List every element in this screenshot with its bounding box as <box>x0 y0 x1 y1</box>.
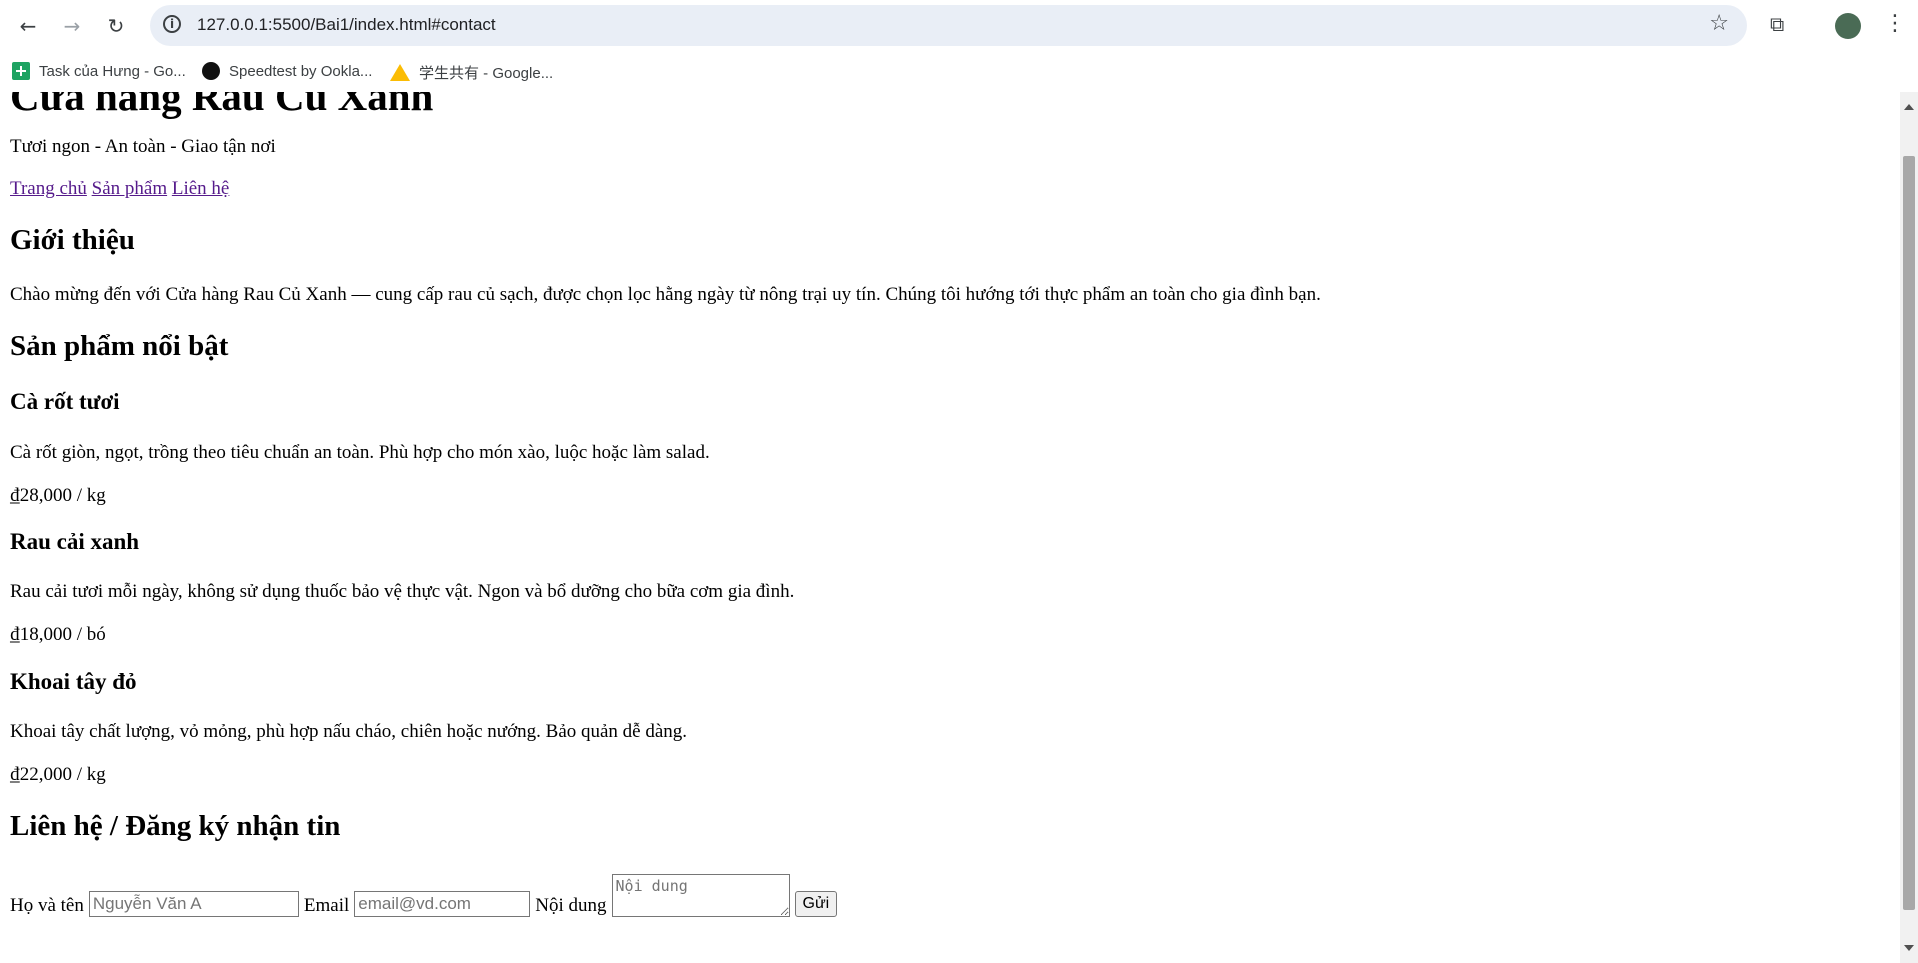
nav-link-products[interactable]: Sản phẩm <box>92 178 167 199</box>
main-nav: Trang chủ Sản phẩm Liên hệ <box>10 178 229 200</box>
bookmark-item[interactable]: 学生共有 - Google... <box>390 62 553 83</box>
product-price: ₫22,000 / kg <box>10 764 106 785</box>
google-drive-icon <box>390 64 410 81</box>
speedtest-icon <box>202 62 220 80</box>
forward-icon[interactable]: → <box>56 10 88 42</box>
product-desc: Khoai tây chất lượng, vỏ mỏng, phù hợp n… <box>10 721 688 742</box>
scroll-down-arrow-icon[interactable] <box>1904 945 1914 951</box>
nav-link-home[interactable]: Trang chủ <box>10 178 87 199</box>
email-label: Email <box>303 895 350 916</box>
reload-icon[interactable]: ↻ <box>100 10 132 42</box>
bookmark-label: Speedtest by Ookla... <box>229 62 373 80</box>
page-title: Cửa hàng Rau Củ Xanh <box>10 92 434 119</box>
scroll-up-arrow-icon[interactable] <box>1904 104 1914 110</box>
content-textarea[interactable] <box>611 874 790 917</box>
page-scrollbar[interactable] <box>1900 92 1918 963</box>
back-icon[interactable]: ← <box>12 10 44 42</box>
name-input[interactable] <box>88 891 299 917</box>
product-desc: Rau cải tươi mỗi ngày, không sử dụng thu… <box>10 581 795 602</box>
tagline: Tươi ngon - An toàn - Giao tận nơi <box>10 136 276 157</box>
intro-text: Chào mừng đến với Cửa hàng Rau Củ Xanh —… <box>10 284 1321 305</box>
extensions-icon[interactable]: ⧉ <box>1770 12 1792 36</box>
name-label: Họ và tên <box>10 895 84 916</box>
product-name: Rau cải xanh <box>10 529 140 554</box>
site-info-icon[interactable]: i <box>163 15 181 33</box>
product-name: Khoai tây đỏ <box>10 669 137 694</box>
product-desc: Cà rốt giòn, ngọt, trồng theo tiêu chuẩn… <box>10 442 710 463</box>
intro-heading: Giới thiệu <box>10 224 135 256</box>
google-sheets-icon <box>12 62 30 80</box>
bookmark-label: Task của Hưng - Go... <box>39 62 186 80</box>
bookmark-item[interactable]: Task của Hưng - Go... <box>12 62 186 80</box>
contact-heading: Liên hệ / Đăng ký nhận tin <box>10 810 341 842</box>
email-input[interactable] <box>354 891 531 917</box>
bookmarks-bar: Task của Hưng - Go... Speedtest by Ookla… <box>0 55 1918 91</box>
product-price: ₫28,000 / kg <box>10 485 106 506</box>
nav-link-contact[interactable]: Liên hệ <box>172 178 230 199</box>
scrollbar-thumb[interactable] <box>1903 156 1915 910</box>
address-bar[interactable]: i 127.0.0.1:5500/Bai1/index.html#contact… <box>150 5 1747 46</box>
browser-menu-icon[interactable]: ⋮ <box>1884 11 1906 36</box>
contact-form: Họ và tên Email Nội dung Gửi <box>10 874 838 917</box>
bookmark-label: 学生共有 - Google... <box>419 65 554 82</box>
browser-toolbar: ← → ↻ i 127.0.0.1:5500/Bai1/index.html#c… <box>0 0 1918 46</box>
content-label: Nội dung <box>535 895 607 916</box>
profile-avatar[interactable] <box>1835 13 1861 39</box>
submit-button[interactable]: Gửi <box>794 891 838 917</box>
url-text[interactable]: 127.0.0.1:5500/Bai1/index.html#contact <box>197 15 496 35</box>
bookmark-item[interactable]: Speedtest by Ookla... <box>202 62 372 80</box>
bookmark-star-icon[interactable]: ☆ <box>1709 11 1729 36</box>
product-price: ₫18,000 / bó <box>10 624 106 645</box>
page-viewport: Cửa hàng Rau Củ Xanh Tươi ngon - An toàn… <box>0 92 1900 963</box>
products-heading: Sản phẩm nổi bật <box>10 330 229 362</box>
product-name: Cà rốt tươi <box>10 389 120 414</box>
